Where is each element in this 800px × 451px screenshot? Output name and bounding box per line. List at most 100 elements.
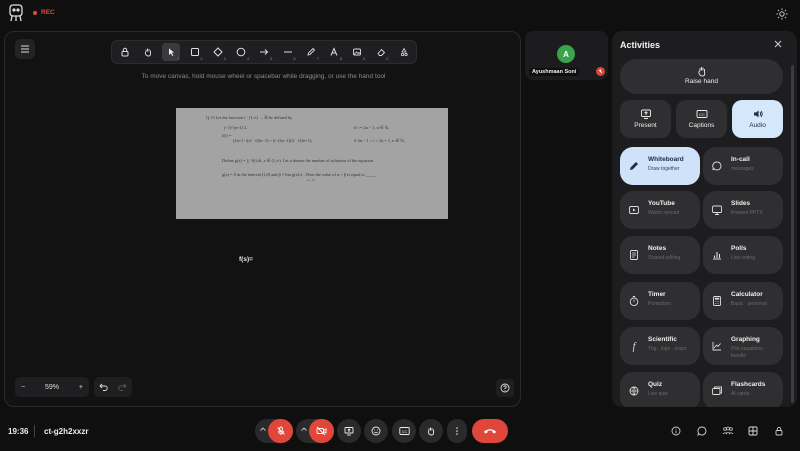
- activities-button[interactable]: [745, 423, 761, 439]
- present-icon: [640, 108, 652, 120]
- raise-hand-toggle-button[interactable]: [419, 419, 443, 443]
- card-title: Calculator: [731, 291, 763, 298]
- zoom-out-button[interactable]: −: [21, 384, 25, 391]
- pencil-icon: [307, 47, 315, 56]
- arrow-icon: [260, 49, 269, 55]
- tool-rectangle[interactable]: 2: [186, 43, 204, 61]
- svg-text:f: f: [633, 342, 637, 353]
- history-controls: [94, 377, 132, 397]
- tool-line[interactable]: 6: [279, 43, 297, 61]
- handwritten-text[interactable]: f(s)=: [239, 256, 253, 263]
- function-icon: f: [628, 340, 640, 353]
- tool-arrow[interactable]: 5: [255, 43, 273, 61]
- cursor-icon: [169, 48, 175, 56]
- speaker-icon: [752, 108, 764, 120]
- present-button[interactable]: Present: [620, 100, 671, 138]
- card-subtitle: Present PPTX: [731, 210, 763, 216]
- undo-button[interactable]: [99, 383, 108, 391]
- meeting-info-button[interactable]: [668, 423, 684, 439]
- reactions-button[interactable]: [364, 419, 388, 443]
- mic-options-chevron-icon[interactable]: [259, 425, 267, 433]
- tool-more-shapes[interactable]: [395, 43, 413, 61]
- question-line-5-sub: x→1+: [307, 178, 316, 182]
- tool-eraser[interactable]: 0: [372, 43, 390, 61]
- youtube-card[interactable]: YouTube Watch synced: [620, 191, 700, 229]
- question-line-5: g(x) = 0 in the interval (1,8] and β = l…: [222, 172, 377, 177]
- tool-shortcut-label: 0: [363, 56, 366, 61]
- in-call-messages-card[interactable]: In-call messages: [703, 147, 783, 185]
- panel-scrollbar[interactable]: [791, 65, 794, 403]
- canvas-menu-button[interactable]: [15, 39, 35, 59]
- scientific-card[interactable]: f Scientific Trig · logs · exact: [620, 327, 700, 365]
- raise-hand-button[interactable]: Raise hand: [620, 59, 783, 94]
- close-panel-button[interactable]: [773, 39, 783, 49]
- camera-off-icon: [316, 426, 327, 436]
- help-button[interactable]: [496, 379, 514, 397]
- slides-card[interactable]: Slides Present PPTX: [703, 191, 783, 229]
- notes-icon: [628, 249, 640, 261]
- present-screen-button[interactable]: [337, 419, 361, 443]
- host-controls-button[interactable]: [771, 423, 787, 439]
- audio-button[interactable]: Audio: [732, 100, 783, 138]
- tool-image[interactable]: 0: [348, 43, 366, 61]
- hand-icon: [696, 65, 708, 77]
- tool-selection[interactable]: 1: [162, 43, 181, 61]
- sun-icon: [776, 8, 788, 20]
- card-title: Slides: [731, 200, 751, 207]
- captions-button[interactable]: CC Captions: [676, 100, 727, 138]
- question-line-2a: f(t) =: [222, 133, 232, 138]
- mic-control: [255, 419, 293, 443]
- tool-shortcut-label: 4: [246, 56, 250, 61]
- notes-card[interactable]: Notes Shared editing: [620, 236, 700, 274]
- theme-toggle-button[interactable]: [776, 8, 788, 20]
- tool-diamond[interactable]: 3: [209, 43, 227, 61]
- zoom-in-button[interactable]: +: [79, 384, 83, 391]
- timer-card[interactable]: Timer Pomodoro: [620, 282, 700, 320]
- tool-hand[interactable]: [139, 43, 157, 61]
- card-subtitle: Shared editing: [648, 255, 681, 261]
- card-subtitle: Plot equations · bundle: [731, 346, 766, 359]
- help-icon: [500, 383, 510, 393]
- avatar: A: [557, 45, 575, 63]
- whiteboard-canvas[interactable]: 1 2 3 4 5 6 7 8 0 0 To move canvas, hold…: [4, 31, 521, 407]
- flashcards-icon: [711, 385, 723, 397]
- participant-tile[interactable]: A Ayushmaan Soni: [525, 31, 608, 80]
- graphing-card[interactable]: Graphing Plot equations · bundle: [703, 327, 783, 365]
- chat-icon: [697, 426, 707, 436]
- zoom-level[interactable]: 59%: [45, 384, 59, 391]
- polls-card[interactable]: Polls Live voting: [703, 236, 783, 274]
- tool-text[interactable]: 8: [325, 43, 343, 61]
- camera-toggle-button[interactable]: [309, 419, 334, 443]
- tool-lock[interactable]: [116, 43, 134, 61]
- line-icon: [283, 51, 292, 53]
- card-subtitle: messages: [731, 166, 754, 172]
- redo-icon: [118, 383, 127, 391]
- present-icon: [344, 427, 354, 436]
- shapes-icon: [400, 47, 408, 57]
- camera-options-chevron-icon[interactable]: [300, 425, 308, 433]
- mic-toggle-button[interactable]: [268, 419, 293, 443]
- tool-draw[interactable]: 7: [302, 43, 320, 61]
- redo-button[interactable]: [118, 383, 127, 391]
- meeting-code: ct-g2h2xxzr: [44, 427, 89, 436]
- more-options-button[interactable]: [447, 419, 467, 443]
- flashcards-card[interactable]: Flashcards AI cards: [703, 372, 783, 407]
- quiz-card[interactable]: Quiz Live quiz: [620, 372, 700, 407]
- people-button[interactable]: [720, 423, 736, 439]
- timer-icon: [628, 295, 640, 307]
- chat-button[interactable]: [694, 423, 710, 439]
- question-line-2c: if t = 2n − 1, n ∈ ℕ,: [354, 125, 390, 130]
- leave-call-button[interactable]: [472, 419, 508, 443]
- zoom-controls: − 59% +: [15, 377, 89, 397]
- grid-icon: [748, 426, 758, 436]
- captions-toggle-button[interactable]: CC: [392, 419, 416, 443]
- diamond-icon: [213, 47, 223, 57]
- calculator-card[interactable]: Calculator Basic · personal: [703, 282, 783, 320]
- tool-ellipse[interactable]: 4: [232, 43, 250, 61]
- whiteboard-card[interactable]: Whiteboard Draw together: [620, 147, 700, 185]
- tool-shortcut-label: 6: [293, 56, 296, 61]
- card-subtitle: Pomodoro: [648, 301, 672, 307]
- pasted-question-image[interactable]: Q.13 Let the function f : [1,∞) → ℝ be d…: [176, 108, 448, 219]
- image-icon: [353, 48, 362, 56]
- card-title: In-call: [731, 156, 750, 163]
